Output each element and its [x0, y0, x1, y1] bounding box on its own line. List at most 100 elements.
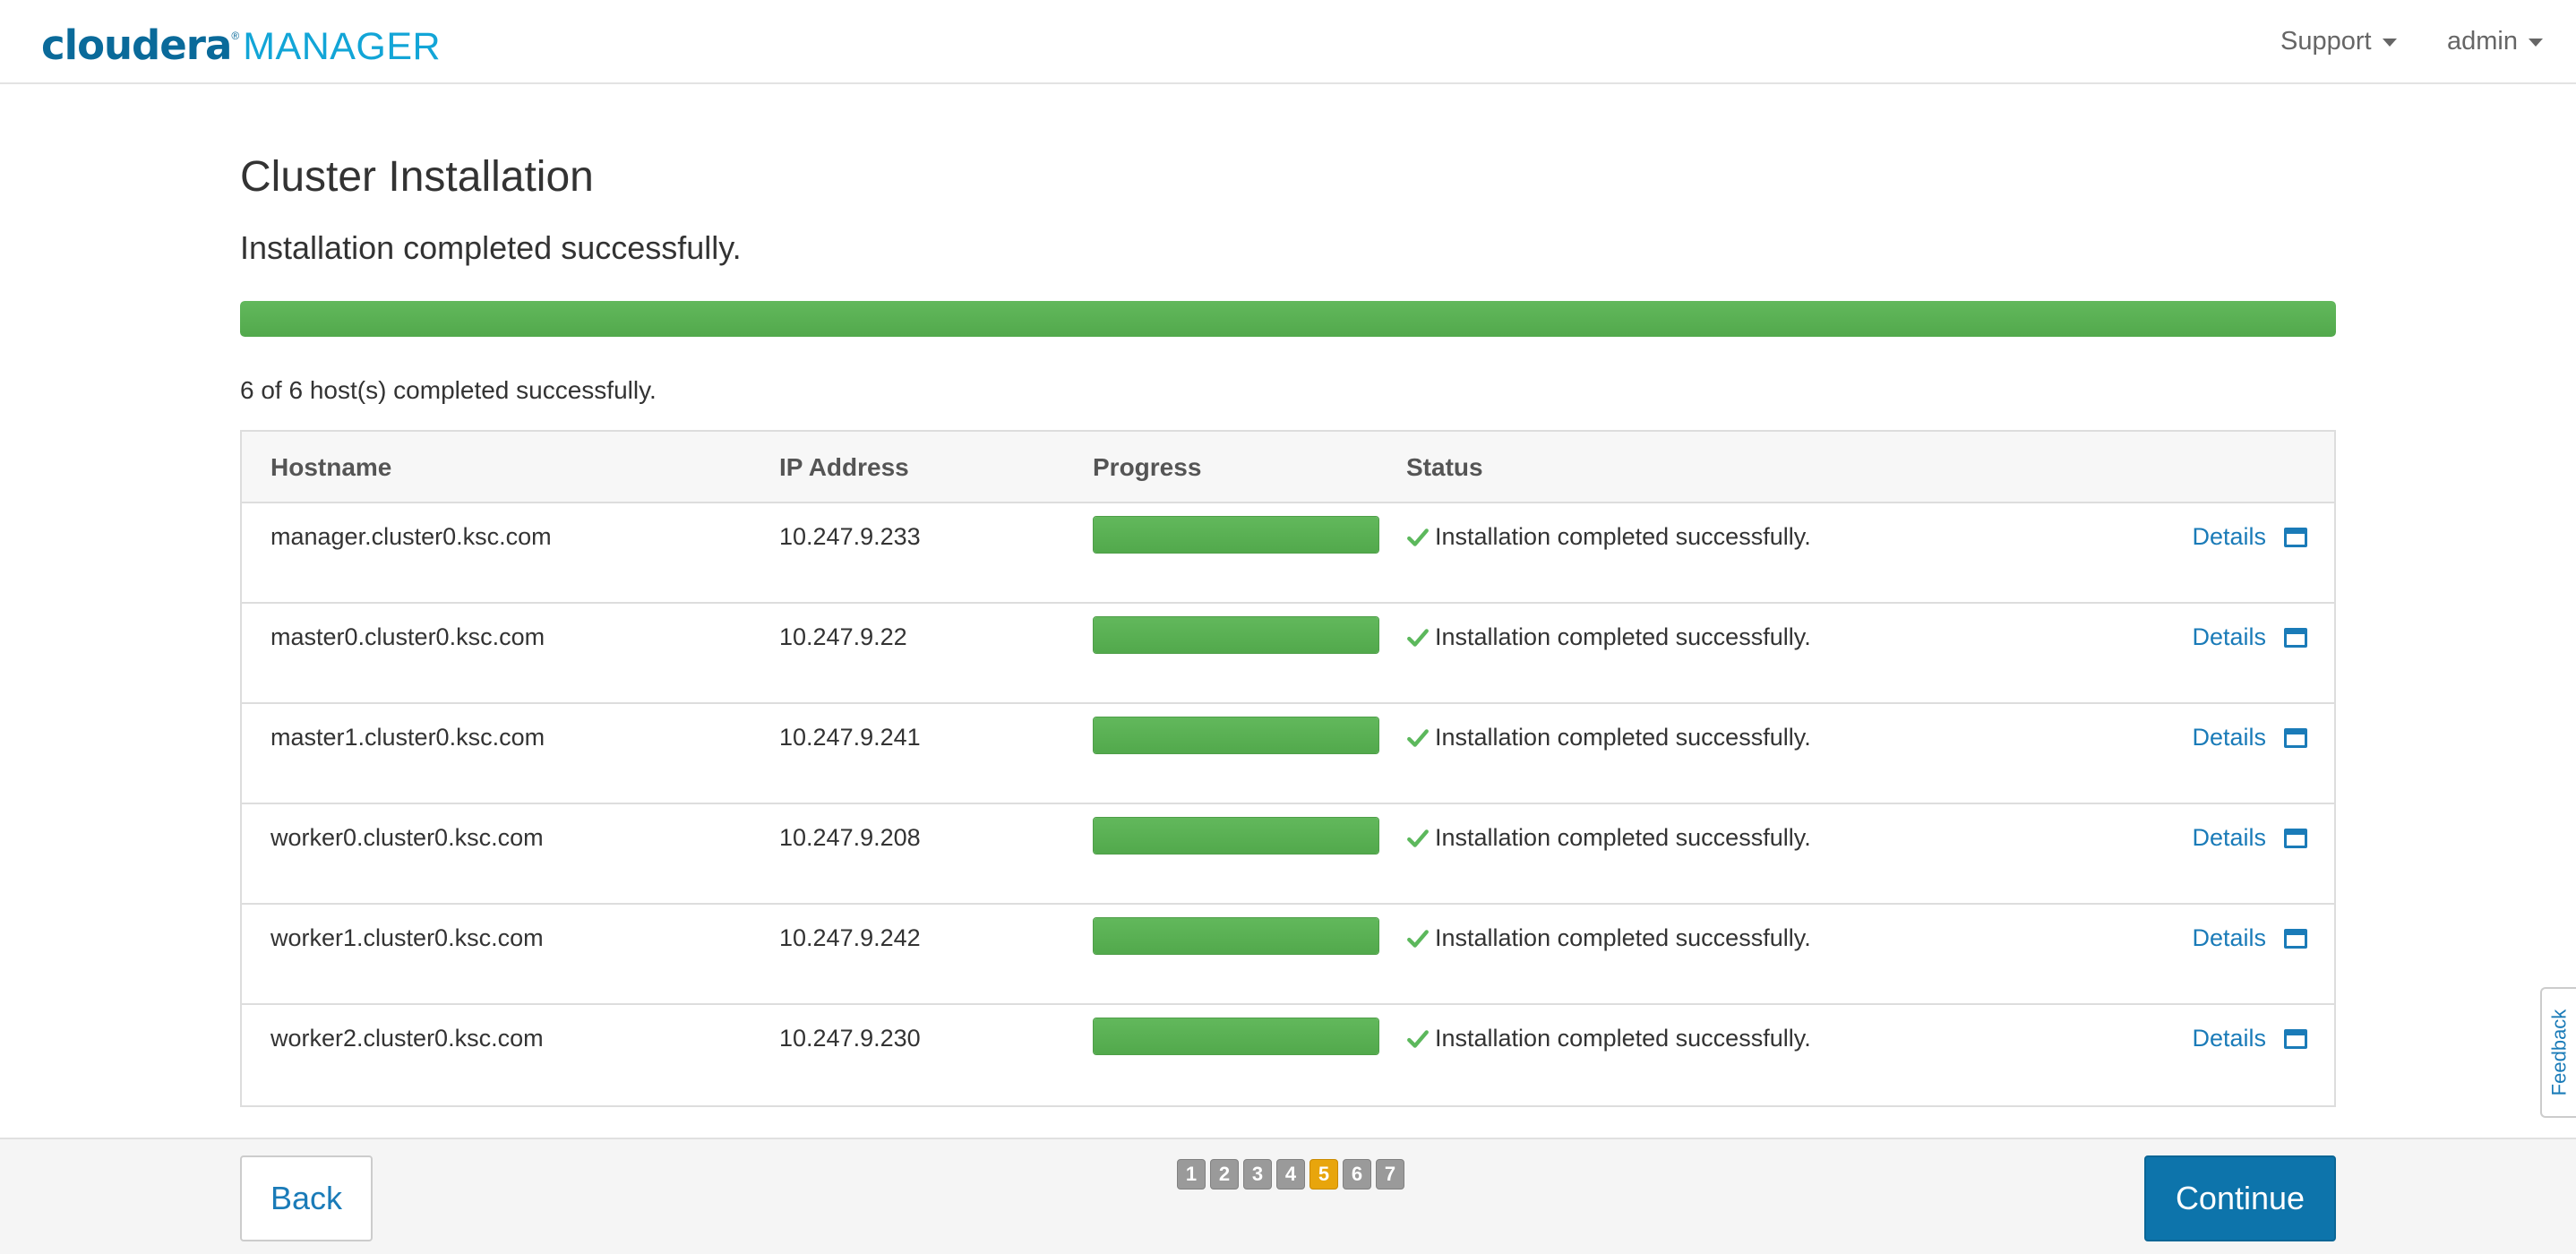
wizard-step-6: 6: [1343, 1159, 1371, 1190]
window-icon: [2284, 1028, 2307, 1049]
table-header: Hostname IP Address Progress Status: [242, 432, 2334, 503]
details-link[interactable]: Details: [2192, 1025, 2307, 1052]
cell-status: Installation completed successfully.: [1406, 824, 1811, 852]
support-menu-label: Support: [2280, 27, 2372, 56]
hosts-table: Hostname IP Address Progress Status mana…: [240, 430, 2336, 1107]
details-label: Details: [2192, 724, 2266, 751]
window-icon: [2284, 828, 2307, 848]
details-link[interactable]: Details: [2192, 623, 2307, 651]
host-progress-bar: [1093, 917, 1379, 955]
host-progress-fill: [1094, 918, 1378, 954]
cell-status: Installation completed successfully.: [1406, 523, 1811, 551]
status-text: Installation completed successfully.: [1435, 724, 1811, 751]
wizard-footer: Back 1234567 Continue: [0, 1138, 2576, 1254]
checkmark-icon: [1406, 726, 1430, 750]
caret-down-icon: [2529, 39, 2543, 47]
cloudera-manager-logo[interactable]: cloudera ® MANAGER: [41, 21, 441, 69]
cell-ip-address: 10.247.9.233: [779, 523, 921, 550]
cell-hostname: master1.cluster0.ksc.com: [270, 724, 545, 751]
host-progress-fill: [1094, 818, 1378, 854]
installation-status-message: Installation completed successfully.: [240, 229, 742, 266]
host-progress-fill: [1094, 617, 1378, 653]
cell-hostname: master0.cluster0.ksc.com: [270, 623, 545, 650]
table-row: master0.cluster0.ksc.com 10.247.9.22 Insta…: [242, 604, 2334, 704]
details-link[interactable]: Details: [2192, 824, 2307, 852]
table-row: worker2.cluster0.ksc.com 10.247.9.230 Inst…: [242, 1005, 2334, 1105]
details-label: Details: [2192, 824, 2266, 851]
window-icon: [2284, 527, 2307, 547]
overall-progress-fill: [240, 301, 2336, 337]
hosts-summary: 6 of 6 host(s) completed successfully.: [240, 376, 657, 404]
details-link[interactable]: Details: [2192, 924, 2307, 952]
logo-trademark: ®: [231, 30, 240, 42]
details-link[interactable]: Details: [2192, 724, 2307, 752]
top-navbar: cloudera ® MANAGER Support admin: [0, 0, 2576, 84]
host-progress-bar: [1093, 717, 1379, 754]
checkmark-icon: [1406, 927, 1430, 950]
continue-button[interactable]: Continue: [2144, 1155, 2336, 1241]
user-menu[interactable]: admin: [2447, 27, 2543, 56]
checkmark-icon: [1406, 626, 1430, 649]
feedback-label: Feedback: [2547, 1009, 2570, 1096]
table-row: master1.cluster0.ksc.com 10.247.9.241 Inst…: [242, 704, 2334, 804]
caret-down-icon: [2382, 39, 2397, 47]
table-body: manager.cluster0.ksc.com 10.247.9.233 Inst…: [242, 503, 2334, 1105]
cell-ip-address: 10.247.9.22: [779, 623, 907, 650]
cell-status: Installation completed successfully.: [1406, 924, 1811, 952]
column-header-status[interactable]: Status: [1406, 453, 1483, 482]
table-row: manager.cluster0.ksc.com 10.247.9.233 Inst…: [242, 503, 2334, 604]
back-button[interactable]: Back: [240, 1155, 373, 1241]
user-menu-label: admin: [2447, 27, 2518, 56]
wizard-step-7: 7: [1376, 1159, 1404, 1190]
status-text: Installation completed successfully.: [1435, 1025, 1811, 1052]
details-link[interactable]: Details: [2192, 523, 2307, 551]
window-icon: [2284, 627, 2307, 648]
host-progress-bar: [1093, 1018, 1379, 1055]
status-text: Installation completed successfully.: [1435, 623, 1811, 650]
host-progress-fill: [1094, 1018, 1378, 1054]
host-progress-fill: [1094, 717, 1378, 753]
column-header-progress[interactable]: Progress: [1093, 453, 1201, 482]
feedback-tab[interactable]: Feedback: [2540, 987, 2576, 1118]
logo-brand: cloudera: [41, 21, 232, 69]
wizard-step-2: 2: [1210, 1159, 1239, 1190]
details-label: Details: [2192, 523, 2266, 550]
cell-ip-address: 10.247.9.241: [779, 724, 921, 751]
host-progress-bar: [1093, 817, 1379, 855]
checkmark-icon: [1406, 1027, 1430, 1051]
cell-hostname: worker0.cluster0.ksc.com: [270, 824, 544, 851]
host-progress-fill: [1094, 517, 1378, 553]
cell-ip-address: 10.247.9.230: [779, 1025, 921, 1052]
details-label: Details: [2192, 924, 2266, 951]
overall-progress-bar: [240, 301, 2336, 337]
cell-hostname: worker2.cluster0.ksc.com: [270, 1025, 544, 1052]
status-text: Installation completed successfully.: [1435, 924, 1811, 951]
cell-status: Installation completed successfully.: [1406, 724, 1811, 752]
table-row: worker0.cluster0.ksc.com 10.247.9.208 Inst…: [242, 804, 2334, 905]
column-header-ip-address[interactable]: IP Address: [779, 453, 909, 482]
cell-hostname: manager.cluster0.ksc.com: [270, 523, 552, 550]
table-row: worker1.cluster0.ksc.com 10.247.9.242 Inst…: [242, 905, 2334, 1005]
page-title: Cluster Installation: [240, 153, 594, 201]
checkmark-icon: [1406, 827, 1430, 850]
status-text: Installation completed successfully.: [1435, 824, 1811, 851]
cell-ip-address: 10.247.9.242: [779, 924, 921, 951]
window-icon: [2284, 727, 2307, 748]
cell-status: Installation completed successfully.: [1406, 1025, 1811, 1052]
checkmark-icon: [1406, 526, 1430, 549]
status-text: Installation completed successfully.: [1435, 523, 1811, 550]
support-menu[interactable]: Support: [2280, 27, 2397, 56]
wizard-step-4: 4: [1276, 1159, 1305, 1190]
window-icon: [2284, 928, 2307, 949]
column-header-hostname[interactable]: Hostname: [270, 453, 391, 482]
host-progress-bar: [1093, 516, 1379, 554]
wizard-step-5: 5: [1309, 1159, 1338, 1190]
cell-hostname: worker1.cluster0.ksc.com: [270, 924, 544, 951]
details-label: Details: [2192, 1025, 2266, 1052]
wizard-step-indicator: 1234567: [1177, 1159, 1404, 1190]
wizard-step-1: 1: [1177, 1159, 1206, 1190]
logo-product: MANAGER: [243, 25, 442, 68]
host-progress-bar: [1093, 616, 1379, 654]
details-label: Details: [2192, 623, 2266, 650]
cell-status: Installation completed successfully.: [1406, 623, 1811, 651]
